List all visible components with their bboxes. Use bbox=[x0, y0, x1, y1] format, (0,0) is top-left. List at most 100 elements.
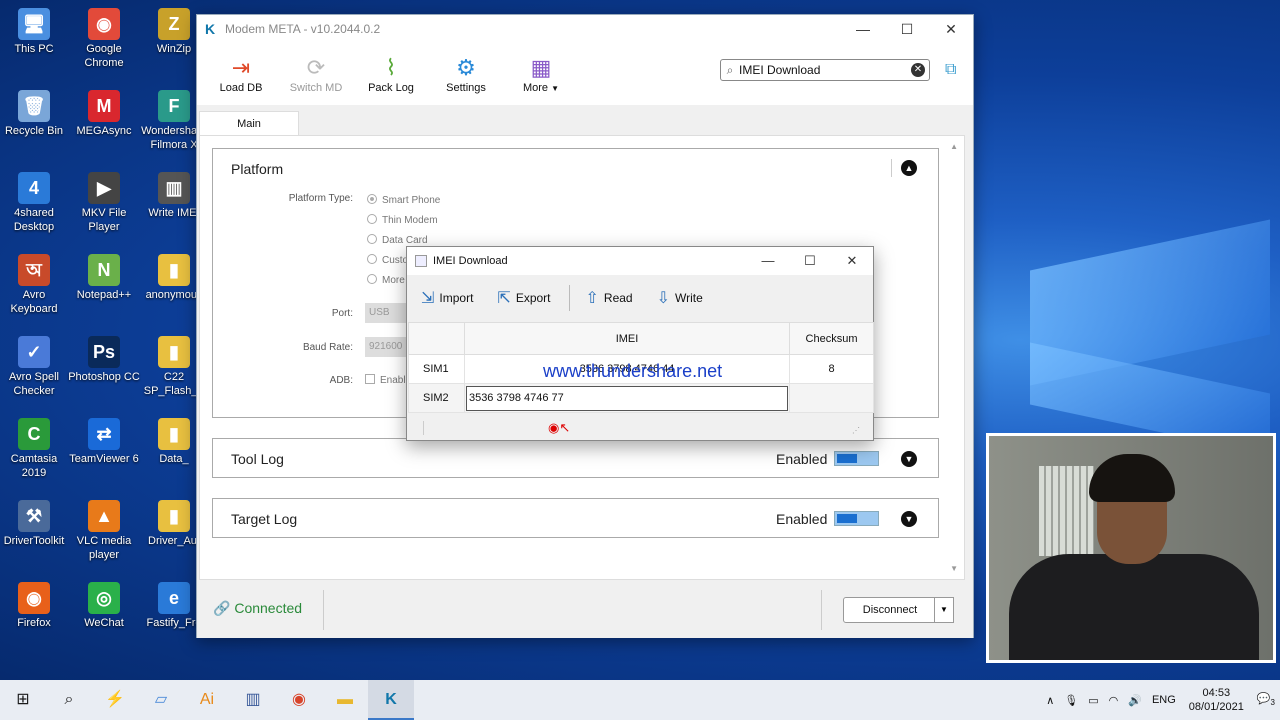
taskbar-app-icon[interactable]: ⚡ bbox=[92, 680, 138, 720]
radio-data-card[interactable]: Data Card bbox=[367, 234, 428, 246]
taskbar-app-icon[interactable]: ▥ bbox=[230, 680, 276, 720]
desktop-icon-label: Avro Keyboard bbox=[10, 289, 58, 315]
desktop-icon-label: TeamViewer 6 bbox=[69, 453, 139, 465]
settings-button[interactable]: ⚙ Settings bbox=[430, 54, 502, 94]
disconnect-button[interactable]: Disconnect bbox=[843, 597, 937, 623]
desktop-icon-label: Firefox bbox=[17, 617, 51, 629]
desktop-icon[interactable]: C Camtasia 2019 bbox=[0, 418, 70, 480]
dialog-title: IMEI Download bbox=[433, 255, 508, 267]
port-label: Port: bbox=[331, 308, 353, 319]
desktop-app-icon: 🖥 bbox=[18, 8, 50, 40]
toolbar-divider bbox=[568, 285, 570, 311]
clock[interactable]: 04:53 08/01/2021 bbox=[1189, 686, 1244, 714]
sim2-imei-input[interactable] bbox=[465, 385, 789, 411]
minimize-button[interactable]: — bbox=[841, 15, 885, 43]
desktop-icon[interactable]: ◉ Firefox bbox=[0, 582, 70, 630]
title-bar[interactable]: K Modem META - v10.2044.0.2 — ☐ ✕ bbox=[197, 15, 973, 43]
corner-header bbox=[408, 322, 465, 355]
disconnect-dropdown-icon[interactable]: ▼ bbox=[934, 597, 954, 623]
desktop-icon-label: WeChat bbox=[84, 617, 124, 629]
target-log-state: Enabled bbox=[776, 511, 828, 527]
panel-toggle-icon[interactable]: ⧉ bbox=[945, 61, 956, 79]
desktop-icon[interactable]: অ Avro Keyboard bbox=[0, 254, 70, 316]
adb-checkbox[interactable]: Enabl bbox=[365, 374, 406, 386]
chevron-up-icon[interactable]: ∧ bbox=[1046, 694, 1054, 707]
desktop-icon[interactable]: 4 4shared Desktop bbox=[0, 172, 70, 234]
switch-md-button[interactable]: ⟳ Switch MD bbox=[280, 54, 352, 94]
desktop-icon[interactable]: M MEGAsync bbox=[68, 90, 140, 138]
tool-log-toggle[interactable] bbox=[834, 451, 879, 466]
radio-smart-phone[interactable]: Smart Phone bbox=[367, 194, 440, 206]
webcam-window-blinds bbox=[1039, 466, 1094, 556]
expand-tool-log-icon[interactable]: ▼ bbox=[901, 451, 917, 467]
collapse-platform-icon[interactable]: ▲ bbox=[901, 160, 917, 176]
desktop-icon[interactable]: ▲ VLC media player bbox=[68, 500, 140, 562]
pack-log-button[interactable]: ⌇ Pack Log bbox=[355, 54, 427, 94]
more-button[interactable]: ▦ More ▼ bbox=[505, 54, 577, 94]
close-button[interactable]: ✕ bbox=[929, 15, 973, 43]
taskbar-app-icon[interactable]: ▱ bbox=[138, 680, 184, 720]
start-windows-icon[interactable]: ⊞ bbox=[0, 680, 46, 720]
scroll-down-arrow[interactable]: ▼ bbox=[950, 564, 958, 573]
desktop-icon[interactable]: ◉ Google Chrome bbox=[68, 8, 140, 70]
dialog-close-button[interactable]: ✕ bbox=[831, 247, 873, 275]
row-label-sim2: SIM2 bbox=[408, 383, 465, 413]
clock-date: 08/01/2021 bbox=[1188, 701, 1244, 713]
imei-download-dialog[interactable]: IMEI Download — ☐ ✕ ⇲ Import ⇱ Export ⇧ Rea… bbox=[406, 246, 874, 441]
desktop-icon-label: MEGAsync bbox=[76, 125, 132, 137]
import-icon: ⇲ bbox=[421, 290, 435, 307]
desktop-icon[interactable]: ⚒ DriverToolkit bbox=[0, 500, 70, 548]
write-download-icon: ⇩ bbox=[656, 290, 671, 307]
search-input[interactable]: ⌕ IMEI Download ✕ bbox=[720, 59, 930, 81]
export-button[interactable]: ⇱ Export bbox=[497, 288, 550, 308]
desktop-icon[interactable]: N Notepad++ bbox=[68, 254, 140, 302]
notification-count: 3 bbox=[1270, 698, 1275, 708]
desktop-icon[interactable]: 🗑 Recycle Bin bbox=[0, 90, 70, 138]
tool-log-panel: Tool Log Enabled ▼ bbox=[212, 438, 939, 478]
volume-icon[interactable]: 🔊 bbox=[1128, 694, 1142, 707]
network-icon[interactable]: ◠ bbox=[1109, 694, 1119, 707]
desktop-icon-label: 4shared Desktop bbox=[13, 207, 55, 233]
radio-custom[interactable]: Custo bbox=[367, 254, 408, 266]
battery-icon[interactable]: ▭ bbox=[1088, 694, 1098, 707]
baud-rate-field[interactable]: 921600 bbox=[365, 337, 409, 357]
file-explorer-icon[interactable]: ▬ bbox=[322, 680, 368, 720]
resize-grip-icon[interactable]: ⋰ bbox=[852, 426, 860, 435]
write-button[interactable]: ⇩ Write bbox=[657, 288, 703, 308]
desktop-icon[interactable]: ✓ Avro Spell Checker bbox=[0, 336, 70, 398]
maximize-button[interactable]: ☐ bbox=[885, 15, 929, 43]
status-bar: 🔗 Connected Disconnect ▼ bbox=[197, 582, 973, 638]
port-field[interactable]: USB bbox=[365, 303, 409, 323]
desktop-icon[interactable]: ◎ WeChat bbox=[68, 582, 140, 630]
tab-main[interactable]: Main bbox=[199, 111, 299, 135]
desktop-icon[interactable]: ▶ MKV File Player bbox=[68, 172, 140, 234]
load-db-button[interactable]: ⇥ Load DB bbox=[205, 54, 277, 94]
microphone-icon[interactable]: 🎙 bbox=[1064, 694, 1078, 707]
desktop-app-icon: Z bbox=[158, 8, 190, 40]
language-indicator[interactable]: ENG bbox=[1152, 694, 1176, 706]
read-button[interactable]: ⇧ Read bbox=[586, 288, 633, 308]
chrome-icon[interactable]: ◉ bbox=[276, 680, 322, 720]
modem-meta-taskbar-icon[interactable]: K bbox=[368, 680, 414, 720]
target-log-toggle[interactable] bbox=[834, 511, 879, 526]
desktop-app-icon: ⚒ bbox=[18, 500, 50, 532]
search-icon[interactable]: ⌕ bbox=[46, 680, 92, 720]
clear-search-icon[interactable]: ✕ bbox=[911, 63, 925, 77]
dropdown-arrow-icon: ▼ bbox=[551, 84, 560, 93]
desktop-icon-label: Notepad++ bbox=[76, 289, 132, 301]
expand-target-log-icon[interactable]: ▼ bbox=[901, 511, 917, 527]
dialog-minimize-button[interactable]: — bbox=[747, 247, 789, 275]
scroll-up-arrow[interactable]: ▲ bbox=[950, 142, 958, 151]
dialog-title-bar[interactable]: IMEI Download — ☐ ✕ bbox=[407, 247, 873, 275]
dialog-status-area bbox=[407, 415, 873, 441]
dialog-maximize-button[interactable]: ☐ bbox=[789, 247, 831, 275]
radio-more[interactable]: More bbox=[367, 274, 405, 286]
illustrator-icon[interactable]: Ai bbox=[184, 680, 230, 720]
import-button[interactable]: ⇲ Import bbox=[421, 288, 473, 308]
sim2-imei-cell[interactable] bbox=[463, 383, 791, 413]
desktop-icon[interactable]: Ps Photoshop CC bbox=[68, 336, 140, 384]
radio-thin-modem[interactable]: Thin Modem bbox=[367, 214, 438, 226]
desktop-icon[interactable]: 🖥 This PC bbox=[0, 8, 70, 56]
notification-icon[interactable]: 💬3 bbox=[1257, 692, 1275, 707]
desktop-icon[interactable]: ⇄ TeamViewer 6 bbox=[68, 418, 140, 466]
